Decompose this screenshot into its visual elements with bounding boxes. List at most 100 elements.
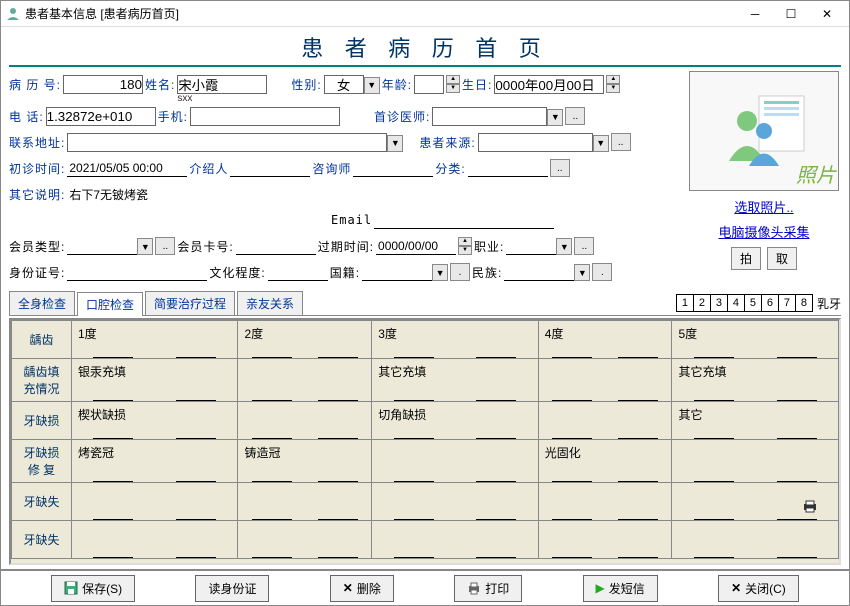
- tab-3[interactable]: 亲友关系: [237, 291, 303, 315]
- consultant-input[interactable]: [353, 159, 433, 177]
- age-input[interactable]: [414, 75, 444, 94]
- grid-cell-3-4[interactable]: [672, 440, 839, 483]
- grid-cell-2-1[interactable]: [238, 402, 372, 440]
- grid-cell-0-2[interactable]: 3度: [372, 321, 538, 359]
- save-button[interactable]: 保存(S): [51, 575, 135, 602]
- member-type-more-button[interactable]: ..: [155, 237, 175, 255]
- grid-cell-5-3[interactable]: [538, 521, 672, 559]
- tooth-num-8[interactable]: 8: [795, 294, 813, 312]
- grid-cell-3-0[interactable]: 烤瓷冠: [72, 440, 238, 483]
- age-down-icon[interactable]: ▼: [446, 84, 460, 93]
- doctor-more-button[interactable]: ..: [565, 107, 585, 125]
- tooth-num-5[interactable]: 5: [744, 294, 762, 312]
- sms-button[interactable]: ▶ 发短信: [583, 575, 658, 602]
- grid-cell-2-0[interactable]: 楔状缺损: [72, 402, 238, 440]
- category-more-button[interactable]: ..: [550, 159, 570, 177]
- member-type-select[interactable]: [67, 237, 137, 255]
- tab-1[interactable]: 口腔检查: [77, 292, 143, 316]
- grid-cell-5-2[interactable]: [372, 521, 538, 559]
- ethnicity-select[interactable]: [504, 263, 574, 281]
- other-input[interactable]: [67, 185, 617, 203]
- first-doctor-select[interactable]: [432, 107, 547, 126]
- addr-input[interactable]: [67, 133, 387, 152]
- qu-button[interactable]: 取: [767, 247, 797, 270]
- print-button[interactable]: 打印: [454, 575, 522, 602]
- grid-cell-1-2[interactable]: 其它充填: [372, 359, 538, 402]
- minimize-button[interactable]: ─: [737, 3, 773, 25]
- tooth-num-7[interactable]: 7: [778, 294, 796, 312]
- occupation-dropdown-icon[interactable]: ▼: [556, 238, 572, 255]
- grid-cell-1-3[interactable]: [538, 359, 672, 402]
- education-input[interactable]: [268, 263, 328, 281]
- tooth-num-1[interactable]: 1: [676, 294, 694, 312]
- close-window-button[interactable]: ✕: [809, 3, 845, 25]
- addr-dropdown-icon[interactable]: ▼: [387, 135, 403, 152]
- first-time-input[interactable]: [67, 159, 187, 177]
- grid-cell-2-4[interactable]: 其它: [672, 402, 839, 440]
- close-button[interactable]: ✕ 关闭(C): [718, 575, 799, 602]
- age-up-icon[interactable]: ▲: [446, 75, 460, 84]
- expire-input[interactable]: [376, 237, 456, 255]
- tooth-num-4[interactable]: 4: [727, 294, 745, 312]
- grid-cell-0-4[interactable]: 5度: [672, 321, 839, 359]
- grid-cell-4-3[interactable]: [538, 483, 672, 521]
- read-id-button[interactable]: 读身份证: [195, 575, 269, 602]
- referrer-input[interactable]: [230, 159, 310, 177]
- tab-2[interactable]: 简要治疗过程: [145, 291, 235, 315]
- ethnicity-more-button[interactable]: .: [592, 263, 612, 281]
- expire-up-icon[interactable]: ▲: [458, 237, 472, 246]
- grid-cell-1-0[interactable]: 银汞充填: [72, 359, 238, 402]
- grid-cell-4-0[interactable]: [72, 483, 238, 521]
- ethnicity-dropdown-icon[interactable]: ▼: [574, 264, 590, 281]
- source-dropdown-icon[interactable]: ▼: [593, 135, 609, 152]
- source-select[interactable]: [478, 133, 593, 152]
- grid-cell-3-3[interactable]: 光固化: [538, 440, 672, 483]
- source-more-button[interactable]: ..: [611, 133, 631, 151]
- category-input[interactable]: [468, 159, 548, 177]
- tab-0[interactable]: 全身检查: [9, 291, 75, 315]
- grid-cell-2-3[interactable]: [538, 402, 672, 440]
- delete-button[interactable]: ✕ 删除: [330, 575, 394, 602]
- mobile-input[interactable]: [190, 107, 340, 126]
- grid-cell-5-0[interactable]: [72, 521, 238, 559]
- phone-input[interactable]: [46, 107, 156, 126]
- gender-dropdown-icon[interactable]: ▼: [364, 77, 380, 94]
- doctor-dropdown-icon[interactable]: ▼: [547, 109, 563, 126]
- grid-cell-0-0[interactable]: 1度: [72, 321, 238, 359]
- expire-down-icon[interactable]: ▼: [458, 246, 472, 255]
- tooth-num-2[interactable]: 2: [693, 294, 711, 312]
- occupation-select[interactable]: [506, 237, 556, 255]
- gender-select[interactable]: [324, 75, 364, 94]
- tooth-num-3[interactable]: 3: [710, 294, 728, 312]
- grid-cell-1-4[interactable]: 其它充填: [672, 359, 839, 402]
- name-input[interactable]: [177, 75, 267, 94]
- grid-cell-4-2[interactable]: [372, 483, 538, 521]
- record-no-input[interactable]: [63, 75, 143, 94]
- grid-cell-5-4[interactable]: [672, 521, 839, 559]
- pai-button[interactable]: 拍: [731, 247, 761, 270]
- camera-capture-button[interactable]: 电脑摄像头采集: [718, 222, 809, 241]
- grid-cell-4-4[interactable]: [672, 483, 839, 521]
- maximize-button[interactable]: ☐: [773, 3, 809, 25]
- birth-down-icon[interactable]: ▼: [606, 84, 620, 93]
- member-type-dropdown-icon[interactable]: ▼: [137, 238, 153, 255]
- occupation-more-button[interactable]: ..: [574, 237, 594, 255]
- grid-cell-5-1[interactable]: [238, 521, 372, 559]
- select-photo-button[interactable]: 选取照片..: [734, 197, 793, 216]
- grid-cell-3-2[interactable]: [372, 440, 538, 483]
- idcard-input[interactable]: [67, 263, 207, 281]
- tooth-num-6[interactable]: 6: [761, 294, 779, 312]
- grid-cell-1-1[interactable]: [238, 359, 372, 402]
- grid-cell-3-1[interactable]: 铸造冠: [238, 440, 372, 483]
- email-input[interactable]: [374, 211, 554, 229]
- grid-cell-2-2[interactable]: 切角缺损: [372, 402, 538, 440]
- nationality-more-button[interactable]: .: [450, 263, 470, 281]
- grid-cell-4-1[interactable]: [238, 483, 372, 521]
- grid-print-icon[interactable]: [802, 499, 818, 516]
- birth-input[interactable]: [494, 75, 604, 94]
- member-card-input[interactable]: [236, 237, 316, 255]
- birth-up-icon[interactable]: ▲: [606, 75, 620, 84]
- nationality-select[interactable]: [362, 263, 432, 281]
- dental-grid[interactable]: 龋齿1度2度3度4度5度龋齿填充情况银汞充填其它充填其它充填牙缺损楔状缺损切角缺…: [9, 318, 841, 565]
- grid-cell-0-3[interactable]: 4度: [538, 321, 672, 359]
